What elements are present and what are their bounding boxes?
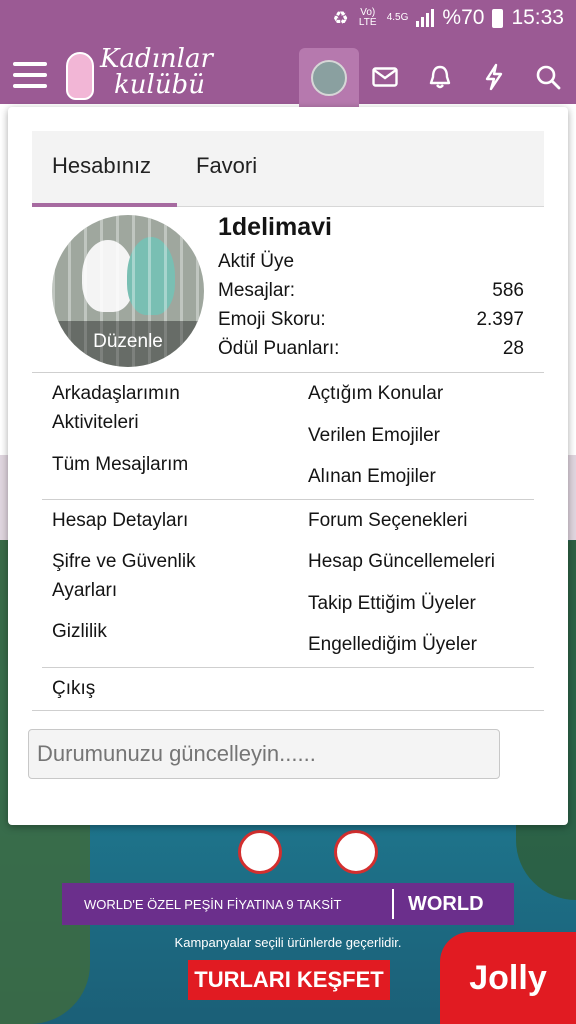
status-update-input[interactable] [28,729,500,779]
ad-brand-logo: Jolly [440,932,576,1024]
link-password-security[interactable]: Şifre ve Güvenlik [52,547,196,576]
account-links: Arkadaşlarımın Aktiviteleri Tüm Mesajlar… [32,373,544,711]
profile-summary: Düzenle 1delimavi Aktif Üye Mesajlar: 58… [32,207,544,373]
battery-icon [492,8,504,28]
stat-value: 586 [492,280,524,301]
user-role: Aktif Üye [218,251,295,272]
account-tabs: Hesabınız Favori [32,131,544,207]
stat-value: 2.397 [476,309,524,330]
ad-hand-icon [334,830,378,874]
logout-link[interactable]: Çıkış [52,674,95,703]
link-given-reactions[interactable]: Verilen Emojiler [308,421,440,450]
link-friends-activity[interactable]: Arkadaşlarımın [52,379,180,408]
link-friends-activity-2[interactable]: Aktiviteleri [52,408,139,437]
stat-emoji-score: Emoji Skoru: 2.397 [218,309,524,331]
mail-icon[interactable] [370,62,400,92]
ad-world-brand: WORLD [408,892,484,915]
network-type: 4.5G [386,12,409,23]
divider [42,499,534,500]
link-all-messages[interactable]: Tüm Mesajlarım [52,450,188,479]
link-privacy[interactable]: Gizlilik [52,617,107,646]
ad-cta-button[interactable]: TURLARI KEŞFET [188,960,390,1000]
link-ignoring[interactable]: Engellediğim Üyeler [308,630,477,659]
account-tab-button[interactable] [299,48,359,108]
link-my-threads[interactable]: Açtığım Konular [308,379,443,408]
status-bar: ♻ Vo) LTE 4.5G %70 15:33 [0,0,576,40]
signal-icon [416,9,435,27]
search-icon[interactable] [533,62,563,92]
stat-value: 28 [502,338,524,359]
header-avatar [311,60,347,96]
volte-indicator: Vo) LTE [358,7,377,28]
divider [42,667,534,668]
clock: 15:33 [511,6,564,29]
logo-line2: kulübü [114,70,205,100]
tab-favorites[interactable]: Favori [196,153,257,179]
link-forum-preferences[interactable]: Forum Seçenekleri [308,506,467,535]
link-account-upgrades[interactable]: Hesap Güncellemeleri [308,547,495,576]
recycle-icon: ♻ [332,7,349,28]
account-dropdown: Hesabınız Favori Düzenle 1delimavi Aktif… [8,107,568,825]
ad-mask-icon [238,830,282,874]
stat-label: Emoji Skoru: [218,309,326,330]
site-logo[interactable]: Kadınlar kulübü [62,46,222,102]
link-following[interactable]: Takip Ettiğim Üyeler [308,589,476,618]
ad-promo-band: WORLD'E ÖZEL PEŞİN FİYATINA 9 TAKSİT WOR… [62,883,514,925]
stat-label: Ödül Puanları: [218,338,340,359]
bell-icon[interactable] [425,62,455,92]
tab-account[interactable]: Hesabınız [52,153,151,179]
link-account-details[interactable]: Hesap Detayları [52,506,188,535]
logo-figure-icon [66,52,94,100]
profile-avatar[interactable]: Düzenle [52,215,204,367]
lightning-icon[interactable] [479,62,509,92]
stat-award-points: Ödül Puanları: 28 [218,338,524,360]
link-received-reactions[interactable]: Alınan Emojiler [308,462,436,491]
username[interactable]: 1delimavi [218,213,332,242]
menu-icon[interactable] [13,62,47,88]
link-password-security-2[interactable]: Ayarları [52,576,117,605]
avatar-edit-link[interactable]: Düzenle [52,331,204,353]
ad-promo-text: WORLD'E ÖZEL PEŞİN FİYATINA 9 TAKSİT [84,896,342,912]
battery-percent: %70 [442,6,485,29]
stat-label: Mesajlar: [218,280,296,301]
stat-messages: Mesajlar: 586 [218,280,524,302]
